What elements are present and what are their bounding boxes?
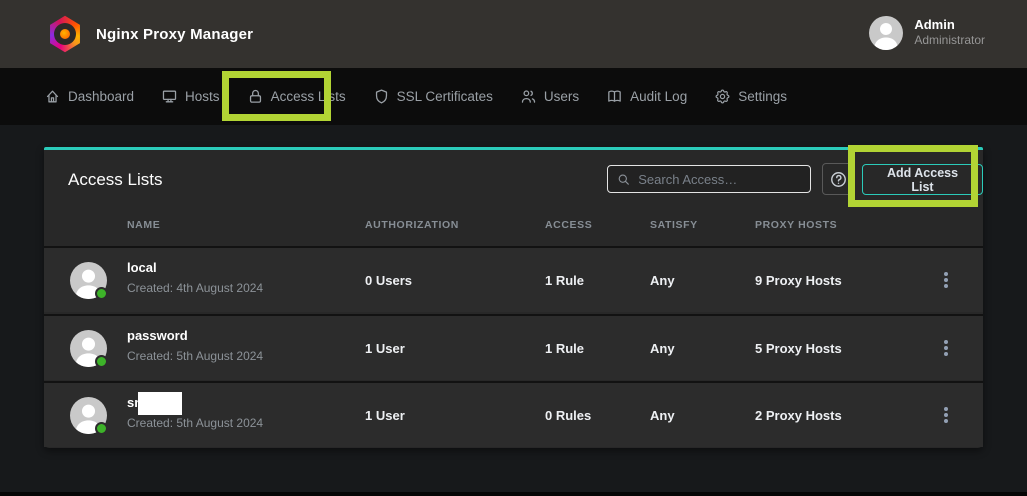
nav-label: Access Lists <box>271 89 346 104</box>
cell-authorization: 1 User <box>365 316 405 380</box>
nav-item-ssl-certificates[interactable]: SSL Certificates <box>373 88 493 105</box>
column-header-name: NAME <box>127 219 160 231</box>
window-bottom-edge <box>0 492 1027 496</box>
kebab-icon <box>944 340 948 356</box>
nav-item-hosts[interactable]: Hosts <box>161 88 220 105</box>
nav-item-dashboard[interactable]: Dashboard <box>44 88 134 105</box>
search-icon <box>617 172 630 187</box>
status-dot <box>95 355 108 368</box>
person-icon <box>869 16 903 50</box>
access-lists-panel: Access Lists Add Access List NAME AUTHOR… <box>44 147 983 448</box>
column-header-proxy-hosts: PROXY HOSTS <box>755 219 837 231</box>
nav-item-audit-log[interactable]: Audit Log <box>606 88 687 105</box>
cell-proxy-hosts: 9 Proxy Hosts <box>755 248 842 312</box>
user-avatar <box>869 16 903 50</box>
lock-icon <box>247 88 264 105</box>
nav-item-users[interactable]: Users <box>520 88 579 105</box>
nav-label: Users <box>544 89 579 104</box>
cell-satisfy: Any <box>650 316 675 380</box>
cell-proxy-hosts: 2 Proxy Hosts <box>755 383 842 447</box>
access-list-created: Created: 4th August 2024 <box>127 281 263 295</box>
column-header-satisfy: SATISFY <box>650 219 698 231</box>
nav-label: Hosts <box>185 89 220 104</box>
access-list-created: Created: 5th August 2024 <box>127 416 263 430</box>
row-avatar <box>70 397 107 434</box>
user-menu[interactable]: Admin Administrator <box>869 16 985 50</box>
search-box <box>607 165 811 193</box>
shield-icon <box>373 88 390 105</box>
top-bar: Nginx Proxy Manager Admin Administrator <box>0 0 1027 68</box>
nav-item-settings[interactable]: Settings <box>714 88 787 105</box>
users-icon <box>520 88 537 105</box>
column-header-authorization: AUTHORIZATION <box>365 219 459 231</box>
access-list-created: Created: 5th August 2024 <box>127 349 263 363</box>
access-list-name: password <box>127 328 188 343</box>
row-menu-button[interactable] <box>934 383 958 447</box>
kebab-icon <box>944 407 948 423</box>
search-input[interactable] <box>638 172 801 187</box>
nav-label: Dashboard <box>68 89 134 104</box>
nav-label: SSL Certificates <box>397 89 493 104</box>
kebab-icon <box>944 272 948 288</box>
page-title: Access Lists <box>68 170 162 190</box>
row-avatar <box>70 262 107 299</box>
cell-access: 1 Rule <box>545 248 584 312</box>
cell-authorization: 0 Users <box>365 248 412 312</box>
redaction-box <box>138 392 182 415</box>
add-access-list-button[interactable]: Add Access List <box>862 164 983 195</box>
row-avatar <box>70 330 107 367</box>
row-menu-button[interactable] <box>934 248 958 312</box>
table-row[interactable]: password Created: 5th August 2024 1 User… <box>44 314 983 380</box>
monitor-icon <box>161 88 178 105</box>
app-title: Nginx Proxy Manager <box>96 26 253 43</box>
cell-access: 0 Rules <box>545 383 591 447</box>
help-icon <box>829 170 848 189</box>
table-row[interactable]: sn Created: 5th August 2024 1 User 0 Rul… <box>44 381 983 447</box>
access-list-name: local <box>127 260 157 275</box>
book-icon <box>606 88 623 105</box>
cell-access: 1 Rule <box>545 316 584 380</box>
main-nav: Dashboard Hosts Access Lists SSL Certifi… <box>0 68 1027 125</box>
user-role: Administrator <box>914 33 985 48</box>
column-header-access: ACCESS <box>545 219 592 231</box>
gear-icon <box>714 88 731 105</box>
help-button[interactable] <box>822 163 854 195</box>
status-dot <box>95 422 108 435</box>
status-dot <box>95 287 108 300</box>
home-icon <box>44 88 61 105</box>
table-row[interactable]: local Created: 4th August 2024 0 Users 1… <box>44 246 983 312</box>
cell-satisfy: Any <box>650 248 675 312</box>
table-header: NAME AUTHORIZATION ACCESS SATISFY PROXY … <box>44 207 983 246</box>
nav-label: Audit Log <box>630 89 687 104</box>
cell-authorization: 1 User <box>365 383 405 447</box>
cell-proxy-hosts: 5 Proxy Hosts <box>755 316 842 380</box>
nav-label: Settings <box>738 89 787 104</box>
row-menu-button[interactable] <box>934 316 958 380</box>
app-logo-icon[interactable] <box>48 15 82 53</box>
user-name: Admin <box>914 17 985 33</box>
cell-satisfy: Any <box>650 383 675 447</box>
nav-item-access-lists[interactable]: Access Lists <box>247 88 346 105</box>
